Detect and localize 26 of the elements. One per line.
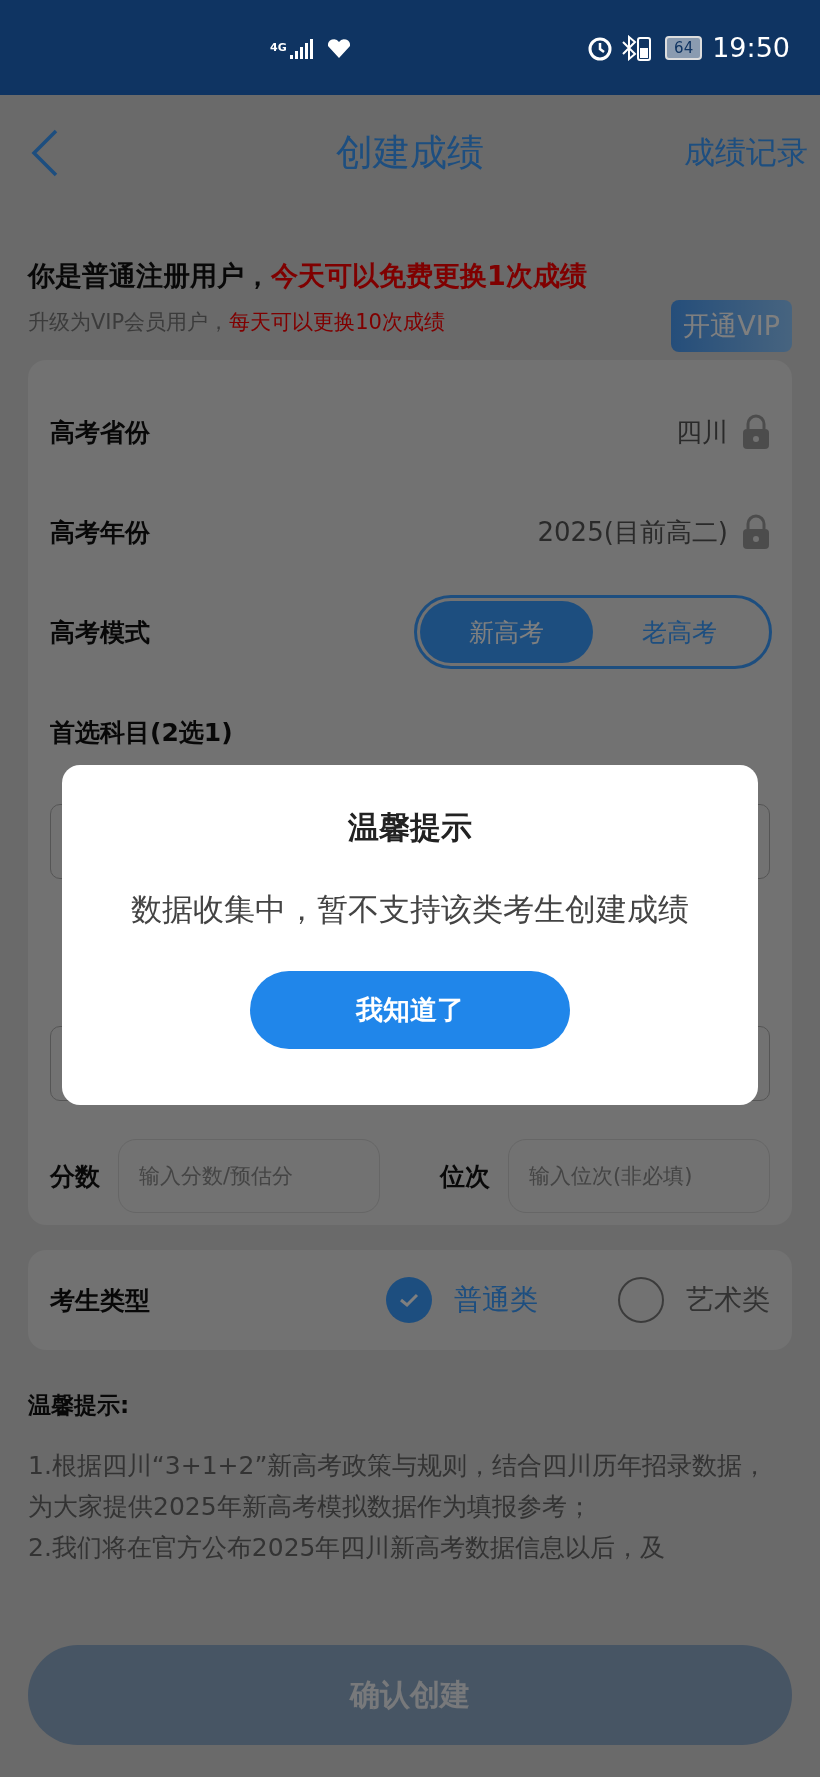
- field-label: 高考省份: [50, 416, 150, 449]
- dialog-message: 数据收集中，暂不支持该类考生创建成绩: [131, 890, 689, 929]
- tips-title: 温馨提示:: [28, 1391, 131, 1420]
- network-type: 4G: [270, 42, 287, 53]
- radio-option[interactable]: 普通类: [386, 1277, 538, 1323]
- mode-option[interactable]: 老高考: [593, 601, 766, 663]
- ok-button[interactable]: 我知道了: [250, 971, 570, 1049]
- clock: 19:50: [712, 32, 790, 63]
- field-label: 分数: [50, 1160, 100, 1193]
- field-value: 2025(目前高二): [537, 515, 728, 549]
- section-label: 首选科目(2选1): [50, 716, 233, 749]
- field-label: 高考年份: [50, 516, 150, 549]
- notice-text: 今天可以免费更换1次成绩: [271, 260, 587, 291]
- field-label: 位次: [440, 1160, 490, 1193]
- field-value: 四川: [676, 415, 728, 449]
- mode-option[interactable]: 新高考: [420, 601, 593, 663]
- battery-level: 64: [665, 35, 703, 60]
- notice-text: 每天可以更换10次成绩: [229, 310, 445, 334]
- page-title: 创建成绩: [336, 129, 484, 176]
- radio-option[interactable]: 艺术类: [618, 1277, 770, 1323]
- notice-text: 你是普通注册用户，: [28, 260, 271, 291]
- vip-button[interactable]: 开通VIP: [671, 300, 792, 352]
- records-link[interactable]: 成绩记录: [684, 131, 808, 174]
- field-label: 高考模式: [50, 616, 150, 649]
- field-label: 考生类型: [50, 1284, 150, 1317]
- dialog-title: 温馨提示: [348, 808, 472, 847]
